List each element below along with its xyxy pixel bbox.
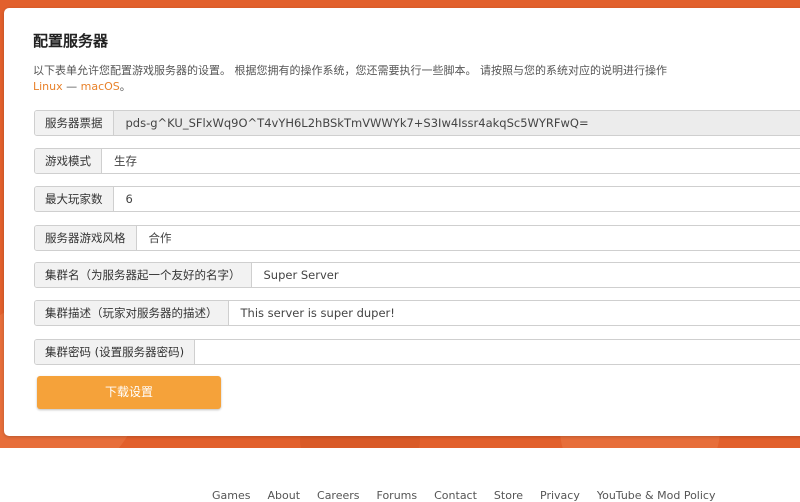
os-link-trailing: 。 — [120, 80, 131, 93]
server-token-field[interactable]: pds-g^KU_SFlxWq9O^T4vYH6L2hBSkTmVWWYk7+S… — [114, 111, 800, 135]
cluster-description-label: 集群描述（玩家对服务器的描述） — [35, 301, 229, 325]
footer-link-games[interactable]: Games — [212, 489, 250, 502]
server-token-row: 服务器票据 pds-g^KU_SFlxWq9O^T4vYH6L2hBSkTmVW… — [34, 110, 800, 136]
os-link-macos[interactable]: macOS — [81, 80, 120, 93]
footer-link-about[interactable]: About — [267, 489, 300, 502]
cluster-password-label: 集群密码 (设置服务器密码) — [35, 340, 195, 364]
server-playstyle-row: 服务器游戏风格 合作 — [34, 225, 800, 251]
footer-link-careers[interactable]: Careers — [317, 489, 360, 502]
cluster-password-field[interactable] — [195, 340, 800, 364]
footer-link-privacy[interactable]: Privacy — [540, 489, 580, 502]
page-description: 以下表单允许您配置游戏服务器的设置。 根据您拥有的操作系统，您还需要执行一些脚本… — [33, 62, 800, 78]
server-playstyle-field[interactable]: 合作 — [137, 226, 800, 250]
cluster-description-field[interactable]: This server is super duper! — [229, 301, 800, 325]
os-link-separator: — — [66, 80, 77, 93]
server-token-label: 服务器票据 — [35, 111, 114, 135]
os-links: Linux — macOS。 — [33, 78, 131, 94]
footer-link-youtube-mod-policy[interactable]: YouTube & Mod Policy — [597, 489, 716, 502]
cluster-description-row: 集群描述（玩家对服务器的描述） This server is super dup… — [34, 300, 800, 326]
cluster-name-label: 集群名（为服务器起一个友好的名字） — [35, 263, 252, 287]
footer-link-store[interactable]: Store — [494, 489, 523, 502]
footer-links: Games About Careers Forums Contact Store… — [212, 489, 732, 502]
server-playstyle-label: 服务器游戏风格 — [35, 226, 137, 250]
cluster-name-row: 集群名（为服务器起一个友好的名字） Super Server — [34, 262, 800, 288]
cluster-name-field[interactable]: Super Server — [252, 263, 800, 287]
max-players-field[interactable]: 6 — [114, 187, 800, 211]
game-mode-row: 游戏模式 生存 — [34, 148, 800, 174]
download-settings-button[interactable]: 下载设置 — [37, 376, 221, 409]
max-players-row: 最大玩家数 6 — [34, 186, 800, 212]
page-title: 配置服务器 — [33, 30, 108, 51]
max-players-label: 最大玩家数 — [35, 187, 114, 211]
footer-link-forums[interactable]: Forums — [377, 489, 418, 502]
game-mode-field[interactable]: 生存 — [102, 149, 800, 173]
game-mode-label: 游戏模式 — [35, 149, 102, 173]
footer-link-contact[interactable]: Contact — [434, 489, 477, 502]
cluster-password-row: 集群密码 (设置服务器密码) — [34, 339, 800, 365]
os-link-linux[interactable]: Linux — [33, 80, 63, 93]
